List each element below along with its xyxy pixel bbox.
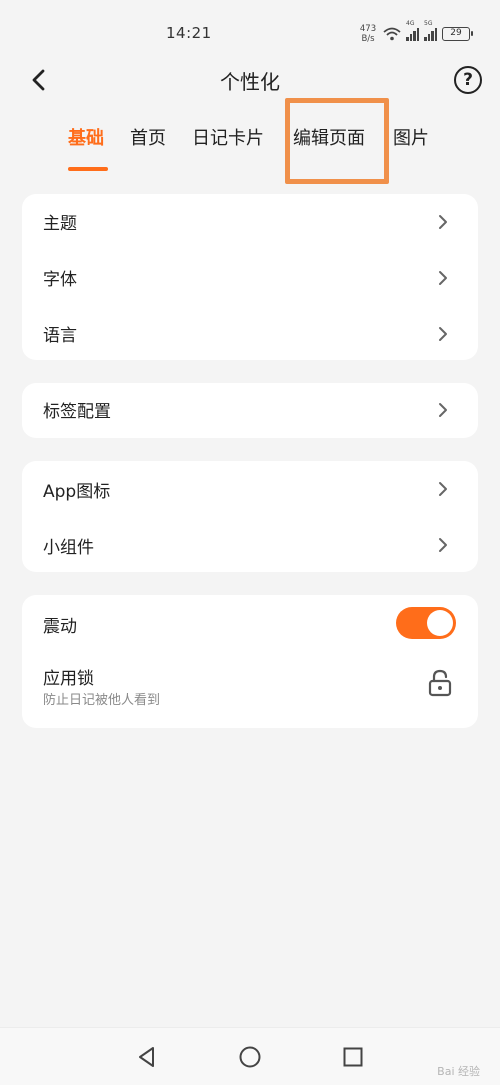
settings-row-widget[interactable]: 小组件	[22, 517, 478, 572]
page-title: 个性化	[220, 70, 280, 94]
settings-group-tags: 标签配置	[22, 383, 478, 438]
row-label-font: 字体	[43, 270, 77, 290]
tab-images[interactable]: 图片	[393, 124, 429, 164]
tab-home[interactable]: 首页	[130, 124, 166, 164]
row-desc-app-lock: 防止日记被他人看到	[43, 693, 161, 708]
chevron-right-icon	[439, 403, 447, 417]
chevron-right-icon	[439, 215, 447, 229]
tab-bar: 基础 首页 日记卡片 编辑页面 图片	[0, 124, 500, 176]
help-icon: ?	[463, 70, 473, 90]
row-label-tag-config: 标签配置	[43, 402, 111, 422]
row-label-theme: 主题	[43, 214, 77, 234]
settings-row-font[interactable]: 字体	[22, 250, 478, 306]
settings-group-widgets: App图标 小组件	[22, 461, 478, 572]
watermark: Bai 经验	[437, 1065, 480, 1078]
settings-row-tag-config[interactable]: 标签配置	[22, 383, 478, 439]
help-button[interactable]: ?	[454, 66, 482, 94]
settings-row-language[interactable]: 语言	[22, 306, 478, 360]
system-navigation-bar: Bai 经验	[0, 1027, 500, 1085]
settings-row-theme[interactable]: 主题	[22, 194, 478, 250]
wifi-icon	[383, 27, 401, 41]
settings-row-vibration: 震动	[22, 595, 478, 653]
network-speed: 473 B/s	[358, 24, 378, 44]
settings-row-app-icon[interactable]: App图标	[22, 461, 478, 517]
chevron-right-icon	[439, 538, 447, 552]
tab-diary-card[interactable]: 日记卡片	[192, 124, 264, 164]
row-label-app-lock: 应用锁	[43, 669, 94, 689]
chevron-right-icon	[439, 482, 447, 496]
row-label-widget: 小组件	[43, 538, 94, 558]
nav-bar: 个性化 ?	[0, 58, 500, 102]
active-tab-indicator	[68, 167, 108, 171]
nav-back-triangle-icon[interactable]	[134, 1044, 160, 1070]
row-label-vibration: 震动	[43, 617, 77, 637]
sim1-network-gen: 4G	[406, 20, 415, 27]
chevron-right-icon	[439, 327, 447, 341]
status-bar: 14:21 473 B/s 4G 5G 29	[0, 0, 500, 62]
row-label-language: 语言	[43, 326, 77, 346]
network-speed-value: 473	[359, 24, 377, 34]
status-icons: 473 B/s 4G 5G 29	[358, 20, 473, 46]
status-time: 14:21	[166, 24, 212, 42]
annotation-highlight-box	[285, 98, 389, 184]
tab-basic[interactable]: 基础	[68, 124, 104, 164]
settings-row-app-lock[interactable]: 应用锁 防止日记被他人看到	[22, 653, 478, 728]
vibration-toggle[interactable]	[396, 607, 456, 639]
signal-icon-sim1: 4G	[406, 20, 419, 41]
nav-recents-square-icon[interactable]	[340, 1044, 366, 1070]
toggle-knob	[427, 610, 453, 636]
lock-icon[interactable]	[428, 669, 452, 697]
screen: 14:21 473 B/s 4G 5G 29 个性化 ? 基础 首页 日记卡片 …	[0, 0, 500, 1085]
battery-level: 29	[450, 28, 462, 38]
network-speed-unit: B/s	[361, 34, 375, 44]
sim2-network-gen: 5G	[424, 20, 433, 27]
row-label-app-icon: App图标	[43, 482, 111, 502]
battery-icon: 29	[442, 27, 473, 41]
settings-group-system: 震动 应用锁 防止日记被他人看到	[22, 595, 478, 728]
chevron-right-icon	[439, 271, 447, 285]
signal-icon-sim2: 5G	[424, 20, 437, 41]
settings-group-appearance: 主题 字体 语言	[22, 194, 478, 360]
nav-home-circle-icon[interactable]	[237, 1044, 263, 1070]
